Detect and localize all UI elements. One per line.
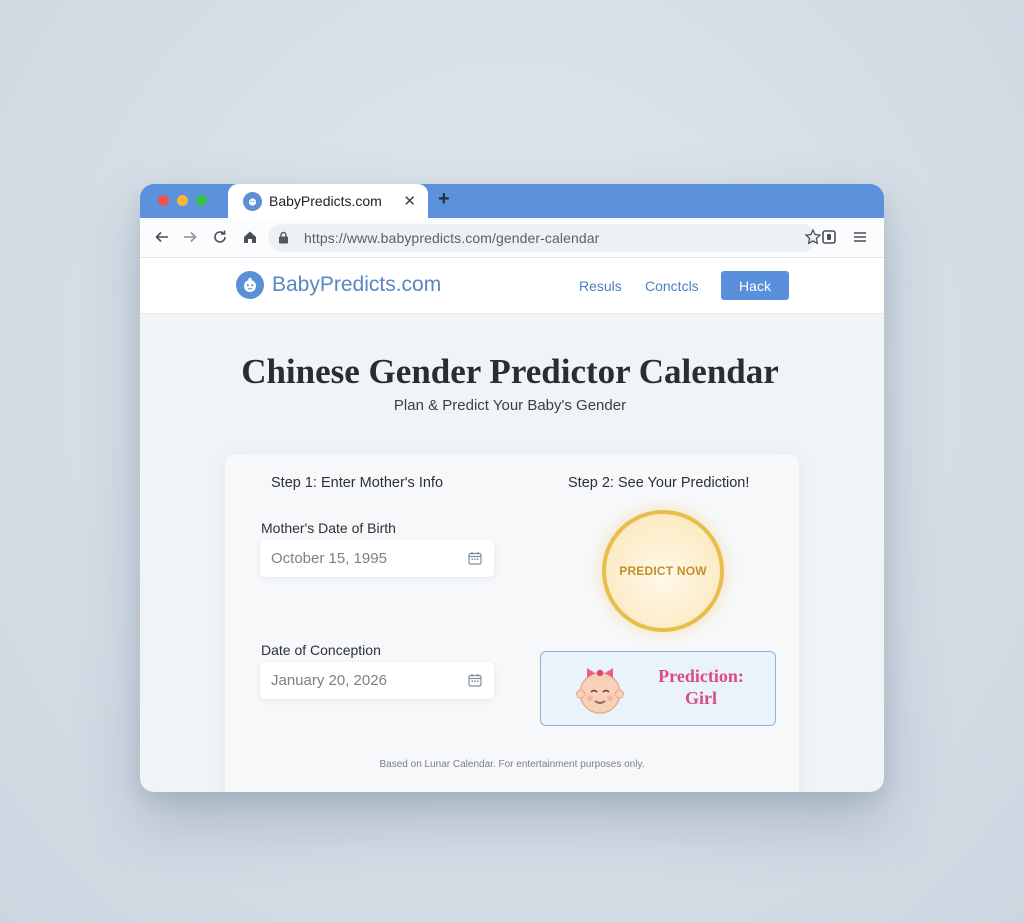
address-bar[interactable]: https://www.babypredicts.com/gender-cale… [268, 224, 822, 252]
prediction-result: Prediction: Girl [540, 651, 776, 726]
conception-label: Date of Conception [261, 642, 381, 658]
home-icon[interactable] [239, 226, 261, 248]
back-icon[interactable] [151, 226, 173, 248]
conception-date-value: January 20, 2026 [271, 672, 387, 689]
mother-dob-value: October 15, 1995 [271, 550, 387, 567]
browser-toolbar: https://www.babypredicts.com/gender-cale… [140, 218, 884, 258]
step2-heading: Step 2: See Your Prediction! [568, 475, 750, 491]
nav-link-results[interactable]: Resuls [579, 278, 622, 294]
prediction-label: Prediction: [658, 666, 744, 686]
mother-dob-input[interactable]: October 15, 1995 [260, 540, 494, 577]
reload-icon[interactable] [209, 226, 231, 248]
conception-date-input[interactable]: January 20, 2026 [260, 662, 494, 699]
page-subtitle: Plan & Predict Your Baby's Gender [393, 397, 627, 414]
extension-icon[interactable] [818, 226, 840, 248]
nav-action-button[interactable]: Hack [721, 271, 789, 300]
predictor-card: Step 1: Enter Mother's Info Step 2: See … [225, 454, 799, 792]
prediction-text: Prediction: Girl [641, 665, 761, 709]
calendar-icon[interactable] [468, 673, 482, 691]
baby-logo-icon [236, 271, 264, 299]
disclaimer-text: Based on Lunar Calendar. For entertainme… [379, 759, 645, 770]
close-window-button[interactable] [158, 195, 169, 206]
nav-link-contacts[interactable]: Conctcls [645, 278, 699, 294]
prediction-value: Girl [685, 688, 717, 708]
predict-now-button[interactable]: PREDICT NOW [602, 510, 724, 632]
minimize-window-button[interactable] [177, 195, 188, 206]
forward-icon[interactable] [179, 226, 201, 248]
maximize-window-button[interactable] [196, 195, 207, 206]
tab-title: BabyPredicts.com [269, 193, 382, 209]
brand-name: BabyPredicts.com [272, 273, 442, 296]
new-tab-icon[interactable]: + [438, 188, 450, 211]
menu-icon[interactable] [849, 226, 871, 248]
browser-window: BabyPredicts.com ✕ + https://www.babypre… [140, 184, 884, 792]
site-header: BabyPredicts.com Resuls Conctcls Hack [140, 258, 884, 314]
url-text: https://www.babypredicts.com/gender-cale… [304, 230, 600, 246]
step1-heading: Step 1: Enter Mother's Info [271, 475, 444, 491]
mother-dob-label: Mother's Date of Birth [261, 520, 396, 536]
lock-icon [278, 231, 289, 249]
close-tab-icon[interactable]: ✕ [403, 192, 416, 210]
active-tab[interactable]: BabyPredicts.com ✕ [228, 184, 428, 218]
site-favicon-icon [243, 191, 262, 211]
site-brand[interactable]: BabyPredicts.com [236, 271, 441, 299]
calendar-icon[interactable] [468, 551, 482, 569]
tab-bar: BabyPredicts.com ✕ + [140, 184, 884, 218]
baby-girl-icon [571, 664, 629, 721]
page-title: Chinese Gender Predictor Calendar [241, 352, 779, 391]
